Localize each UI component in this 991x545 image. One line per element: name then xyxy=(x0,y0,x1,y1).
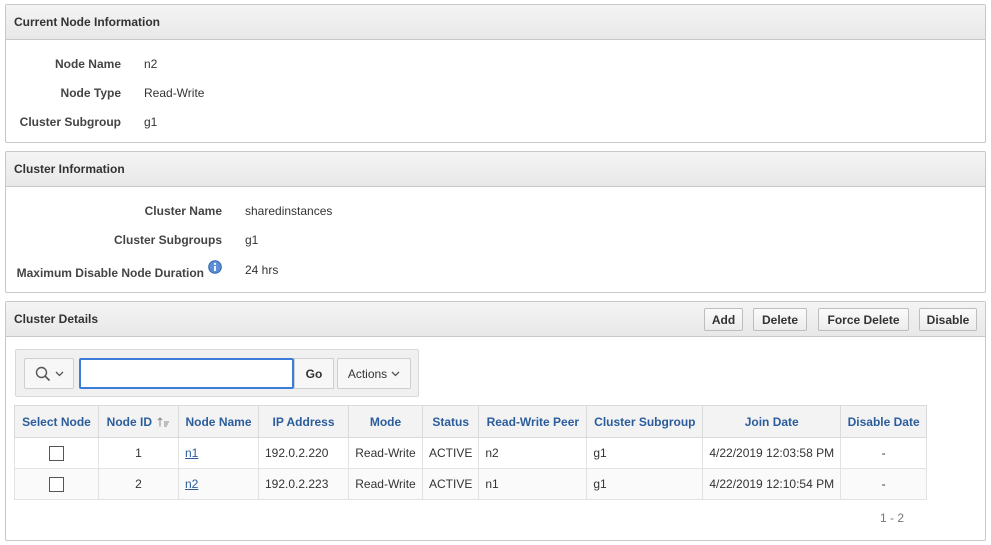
join-date-cell: 4/22/2019 12:10:54 PM xyxy=(702,468,842,500)
search-input[interactable] xyxy=(79,358,294,389)
column-header-read-write-peer[interactable]: Read-Write Peer xyxy=(478,405,588,438)
status-cell: ACTIVE xyxy=(421,437,480,469)
select-node-checkbox[interactable] xyxy=(49,476,64,492)
disable-button[interactable]: Disable xyxy=(919,308,977,331)
select-cell xyxy=(14,437,99,469)
cluster-info-region: Cluster Information Cluster Name sharedi… xyxy=(5,151,986,293)
mode-cell: Read-Write xyxy=(348,468,423,500)
chevron-down-icon xyxy=(391,371,400,377)
cluster-subgroups-value: g1 xyxy=(245,233,259,247)
node-id-cell: 2 xyxy=(98,468,179,500)
delete-button[interactable]: Delete xyxy=(753,308,807,331)
select-cell xyxy=(14,468,99,500)
actions-label: Actions xyxy=(347,366,388,381)
column-header-cluster-subgroup[interactable]: Cluster Subgroup xyxy=(586,405,704,438)
force-delete-button[interactable]: Force Delete xyxy=(818,308,909,331)
node-type-value: Read-Write xyxy=(144,86,205,100)
peer-cell: n2 xyxy=(478,437,588,469)
column-header-status[interactable]: Status xyxy=(421,405,480,438)
go-button[interactable]: Go xyxy=(294,358,334,389)
region-title: Cluster Information xyxy=(6,152,985,187)
add-button[interactable]: Add xyxy=(704,308,743,331)
join-date-cell: 4/22/2019 12:03:58 PM xyxy=(702,437,842,469)
subgroup-cell: g1 xyxy=(586,437,704,469)
disable-date-cell: - xyxy=(840,437,928,469)
max-disable-value: 24 hrs xyxy=(245,263,279,277)
cluster-subgroups-label: Cluster Subgroups xyxy=(113,233,222,247)
column-header-node-id[interactable]: Node ID xyxy=(98,405,179,438)
column-header-join-date[interactable]: Join Date xyxy=(702,405,842,438)
search-column-button[interactable] xyxy=(24,358,74,389)
node-name-cell: n1 xyxy=(178,437,259,469)
subgroup-cell: g1 xyxy=(586,468,704,500)
node-id-cell: 1 xyxy=(98,437,179,469)
cluster-name-value: sharedinstances xyxy=(245,204,333,218)
column-header-disable-date[interactable]: Disable Date xyxy=(840,405,928,438)
node-type-row: Node Type Read-Write xyxy=(6,85,205,101)
cluster-subgroup-label: Cluster Subgroup xyxy=(19,115,121,129)
disable-date-cell: - xyxy=(840,468,928,500)
report-toolbar: Go Actions xyxy=(15,349,419,397)
current-node-region: Current Node Information Node Name n2 No… xyxy=(5,4,986,143)
status-cell: ACTIVE xyxy=(421,468,480,500)
chevron-down-icon xyxy=(55,371,64,377)
cluster-subgroup-row: Cluster Subgroup g1 xyxy=(6,114,158,130)
cluster-nodes-table: Select Node Node ID Node Name IP Address… xyxy=(14,405,928,500)
column-header-ip-address[interactable]: IP Address xyxy=(258,405,349,438)
cluster-details-region: Cluster Details Add Delete Force Delete … xyxy=(5,301,986,541)
region-title: Current Node Information xyxy=(6,5,985,40)
node-name-cell: n2 xyxy=(178,468,259,500)
search-icon xyxy=(35,366,51,382)
node-name-link[interactable]: n1 xyxy=(185,446,198,460)
cluster-subgroup-value: g1 xyxy=(144,115,158,129)
table-row: 2 n2 192.0.2.223 Read-Write ACTIVE n1 g1… xyxy=(14,468,928,500)
node-name-row: Node Name n2 xyxy=(6,56,157,72)
column-header-label: Node ID xyxy=(106,414,152,429)
mode-cell: Read-Write xyxy=(348,437,423,469)
column-header-node-name[interactable]: Node Name xyxy=(178,405,259,438)
column-header-mode[interactable]: Mode xyxy=(348,405,423,438)
max-disable-label: Maximum Disable Node Duration xyxy=(16,266,204,280)
pagination-text: 1 - 2 xyxy=(880,511,905,525)
max-disable-row: Maximum Disable Node Duration 24 hrs xyxy=(6,260,278,280)
table-header-row: Select Node Node ID Node Name IP Address… xyxy=(14,405,928,438)
cluster-name-row: Cluster Name sharedinstances xyxy=(6,203,333,219)
node-name-label: Node Name xyxy=(54,57,121,71)
table-row: 1 n1 192.0.2.220 Read-Write ACTIVE n2 g1… xyxy=(14,437,928,469)
ip-address-cell: 192.0.2.223 xyxy=(258,468,349,500)
select-node-checkbox[interactable] xyxy=(49,445,64,461)
cluster-subgroups-row: Cluster Subgroups g1 xyxy=(6,232,258,248)
node-type-label: Node Type xyxy=(60,86,121,100)
actions-menu-button[interactable]: Actions xyxy=(337,358,411,389)
info-icon[interactable] xyxy=(208,260,222,274)
node-name-value: n2 xyxy=(144,57,158,71)
cluster-name-label: Cluster Name xyxy=(144,204,222,218)
ip-address-cell: 192.0.2.220 xyxy=(258,437,349,469)
column-header-select-node[interactable]: Select Node xyxy=(14,405,99,438)
peer-cell: n1 xyxy=(478,468,588,500)
node-name-link[interactable]: n2 xyxy=(185,477,198,491)
sort-ascending-icon xyxy=(157,417,170,427)
